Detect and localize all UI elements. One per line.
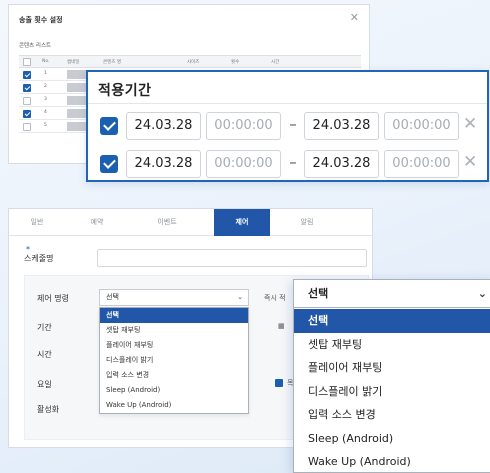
dropdown-select[interactable]: 선택 ⌄ <box>294 280 490 308</box>
content-list-label: 콘텐츠 리스트 <box>19 43 52 49</box>
end-date-input[interactable]: 24.03.28 <box>304 112 379 140</box>
remove-icon[interactable]: ✕ <box>463 114 477 134</box>
row-checkbox[interactable] <box>23 97 31 105</box>
period-row: 24.03.28 00:00:00 – 24.03.28 00:00:00 ✕ <box>98 112 483 140</box>
range-dash: – <box>289 115 297 133</box>
end-time-input[interactable]: 00:00:00 <box>384 112 459 140</box>
tab-general[interactable]: 일반 <box>9 209 65 236</box>
chevron-down-icon: ⌄ <box>477 287 487 300</box>
option-item[interactable]: 입력 소스 변경 <box>100 368 248 383</box>
col-thumbnail: 썸네일 <box>67 60 80 65</box>
col-no: No. <box>42 59 50 64</box>
control-command-select[interactable]: 선택 ⌄ <box>99 289 249 306</box>
row-number: 2 <box>44 84 47 89</box>
apply-period-title: 적용기간 <box>98 83 152 99</box>
dropdown-option[interactable]: 플레이어 재부팅 <box>294 356 490 380</box>
close-icon[interactable]: ✕ <box>350 11 359 24</box>
start-time-input[interactable]: 00:00:00 <box>206 150 281 178</box>
dropdown-option[interactable]: Wake Up (Android) <box>294 450 490 473</box>
start-date-input[interactable]: 24.03.28 <box>126 150 201 178</box>
start-date-input[interactable]: 24.03.28 <box>126 112 201 140</box>
remove-icon[interactable]: ✕ <box>463 152 477 172</box>
option-item[interactable]: 셋탑 재부팅 <box>100 323 248 338</box>
period-checkbox[interactable] <box>100 155 118 173</box>
apply-period-zoom: 적용기간 24.03.28 00:00:00 – 24.03.28 00:00:… <box>86 70 489 182</box>
control-command-options: 선택 셋탑 재부팅 플레이어 재부팅 디스플레이 밝기 입력 소스 변경 Sle… <box>99 307 249 414</box>
immediate-apply-label: 즉시 적 <box>264 294 286 302</box>
row-number: 1 <box>44 71 47 76</box>
calendar-icon[interactable]: ▦ <box>278 322 285 330</box>
schedule-name-label: 스케줄명 <box>24 254 54 263</box>
col-content-name: 콘텐츠 명 <box>103 60 121 65</box>
col-size: 사이즈 <box>187 60 200 65</box>
schedule-name-input[interactable] <box>97 249 367 267</box>
tab-alarm[interactable]: 알림 <box>279 209 335 236</box>
dropdown-option[interactable]: 선택 <box>294 309 490 333</box>
row-checkbox[interactable] <box>23 84 31 92</box>
dropdown-value: 선택 <box>308 287 329 300</box>
option-item[interactable]: 선택 <box>100 308 248 323</box>
select-all-checkbox[interactable] <box>23 58 31 66</box>
divider <box>88 103 487 104</box>
option-item[interactable]: Wake Up (Android) <box>100 398 248 413</box>
dropdown-option[interactable]: Sleep (Android) <box>294 427 490 451</box>
col-time: 시간 <box>271 60 280 65</box>
row-number: 4 <box>44 110 47 115</box>
end-date-input[interactable]: 24.03.28 <box>304 150 379 178</box>
control-command-label: 제어 명령 <box>37 294 69 303</box>
table-header: No. 썸네일 콘텐츠 명 사이즈 횟수 시간 <box>19 55 361 68</box>
start-time-input[interactable]: 00:00:00 <box>206 112 281 140</box>
activate-label: 활성화 <box>37 405 60 414</box>
tab-control[interactable]: 제어 <box>214 209 270 236</box>
col-count: 횟수 <box>231 60 240 65</box>
row-checkbox[interactable] <box>23 71 31 79</box>
option-item[interactable]: Sleep (Android) <box>100 383 248 398</box>
dropdown-option[interactable]: 셋탑 재부팅 <box>294 333 490 357</box>
period-row: 24.03.28 00:00:00 – 24.03.28 00:00:00 ✕ <box>98 150 483 178</box>
dialog-title: 송출 횟수 설정 <box>19 16 63 24</box>
day-label: 요일 <box>37 380 52 389</box>
period-label: 기간 <box>37 323 52 332</box>
tab-event[interactable]: 이벤트 <box>139 209 195 236</box>
row-number: 5 <box>44 123 47 128</box>
dropdown-option[interactable]: 입력 소스 변경 <box>294 403 490 427</box>
tab-reservation[interactable]: 예약 <box>69 209 125 236</box>
option-item[interactable]: 디스플레이 밝기 <box>100 353 248 368</box>
time-label: 시간 <box>37 350 52 359</box>
day-checkbox[interactable] <box>275 379 283 387</box>
row-checkbox[interactable] <box>23 110 31 118</box>
range-dash: – <box>289 153 297 171</box>
chevron-down-icon: ⌄ <box>237 293 243 301</box>
option-item[interactable]: 플레이어 재부팅 <box>100 338 248 353</box>
end-time-input[interactable]: 00:00:00 <box>384 150 459 178</box>
period-checkbox[interactable] <box>100 117 118 135</box>
row-number: 3 <box>44 97 47 102</box>
dropdown-options: 선택 셋탑 재부팅 플레이어 재부팅 디스플레이 밝기 입력 소스 변경 Sle… <box>294 309 490 473</box>
dropdown-option[interactable]: 디스플레이 밝기 <box>294 380 490 404</box>
tab-bar: 일반 예약 이벤트 제어 알림 <box>9 209 372 236</box>
row-checkbox[interactable] <box>23 123 31 131</box>
control-command-dropdown-zoom: 선택 ⌄ 선택 셋탑 재부팅 플레이어 재부팅 디스플레이 밝기 입력 소스 변… <box>293 279 490 473</box>
select-value: 선택 <box>106 293 119 301</box>
